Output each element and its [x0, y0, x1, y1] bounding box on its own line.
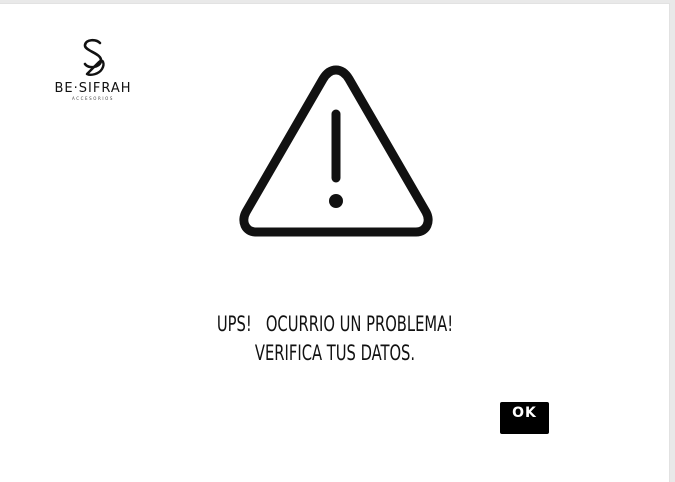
brand-monogram-icon	[83, 38, 105, 76]
error-dialog: BE·SIFRAH ACCESORIOS UPS! OCURRIO UN PRO…	[0, 4, 669, 482]
brand-subtitle: ACCESORIOS	[71, 96, 115, 101]
ok-button[interactable]: OK	[500, 402, 549, 434]
brand-name: BE·SIFRAH	[54, 81, 132, 96]
error-message-line-1: UPS! OCURRIO UN PROBLEMA!	[216, 312, 454, 336]
brand-logo: BE·SIFRAH ACCESORIOS	[50, 38, 136, 114]
error-message: UPS! OCURRIO UN PROBLEMA! VERIFICA TUS D…	[191, 310, 480, 368]
warning-triangle-icon	[239, 65, 433, 237]
error-message-line-2: VERIFICA TUS DATOS.	[254, 341, 416, 365]
